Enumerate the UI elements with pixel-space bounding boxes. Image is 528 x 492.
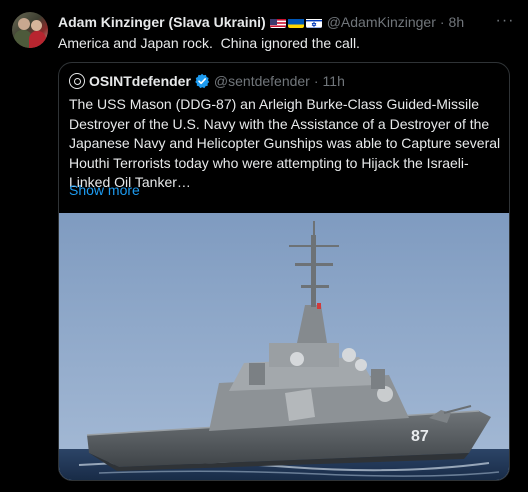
destroyer-photo[interactable]: 87: [59, 213, 509, 480]
author-handle[interactable]: @AdamKinzinger: [327, 14, 436, 30]
quoted-separator-dot: ·: [313, 73, 319, 89]
quoted-author-name[interactable]: OSINTdefender: [89, 73, 191, 89]
quoted-text-line: Destroyer of the U.S. Navy with the Assi…: [69, 115, 490, 132]
author-name[interactable]: Adam Kinzinger (Slava Ukraini): [58, 14, 266, 30]
tweet-header: Adam Kinzinger (Slava Ukraini) @AdamKinz…: [58, 13, 464, 31]
show-more-link[interactable]: Show more: [69, 182, 140, 198]
quoted-tweet-header: OSINTdefender @sentdefender · 11h: [69, 72, 345, 90]
tweet-text: America and Japan rock. China ignored th…: [58, 35, 360, 51]
quoted-text-line: Houthi Terrorists today who were attempt…: [69, 154, 469, 171]
quoted-text-line: The USS Mason (DDG-87) an Arleigh Burke-…: [69, 96, 480, 112]
us-flag-icon: [269, 17, 286, 28]
author-avatar[interactable]: [12, 12, 48, 48]
flag-emojis: [269, 17, 322, 28]
quoted-tweet-text: The USS Mason (DDG-87) an Arleigh Burke-…: [69, 95, 501, 193]
tweet-timestamp[interactable]: 8h: [449, 14, 465, 30]
quoted-text-line: Japanese Navy and Helicopter Gunships wa…: [69, 135, 501, 151]
ukraine-flag-icon: [287, 17, 304, 28]
tweet[interactable]: Adam Kinzinger (Slava Ukraini) @AdamKinz…: [0, 0, 528, 492]
israel-flag-icon: [305, 17, 322, 28]
quoted-tweet-timestamp[interactable]: 11h: [323, 73, 345, 89]
quoted-tweet[interactable]: OSINTdefender @sentdefender · 11h The US…: [58, 62, 510, 481]
verified-badge-icon: [194, 73, 210, 89]
separator-dot: ·: [439, 14, 445, 30]
hull-number: 87: [411, 428, 429, 445]
quoted-author-handle[interactable]: @sentdefender: [214, 73, 310, 89]
quoted-author-avatar[interactable]: [69, 73, 85, 89]
more-options-icon[interactable]: ···: [494, 12, 516, 30]
